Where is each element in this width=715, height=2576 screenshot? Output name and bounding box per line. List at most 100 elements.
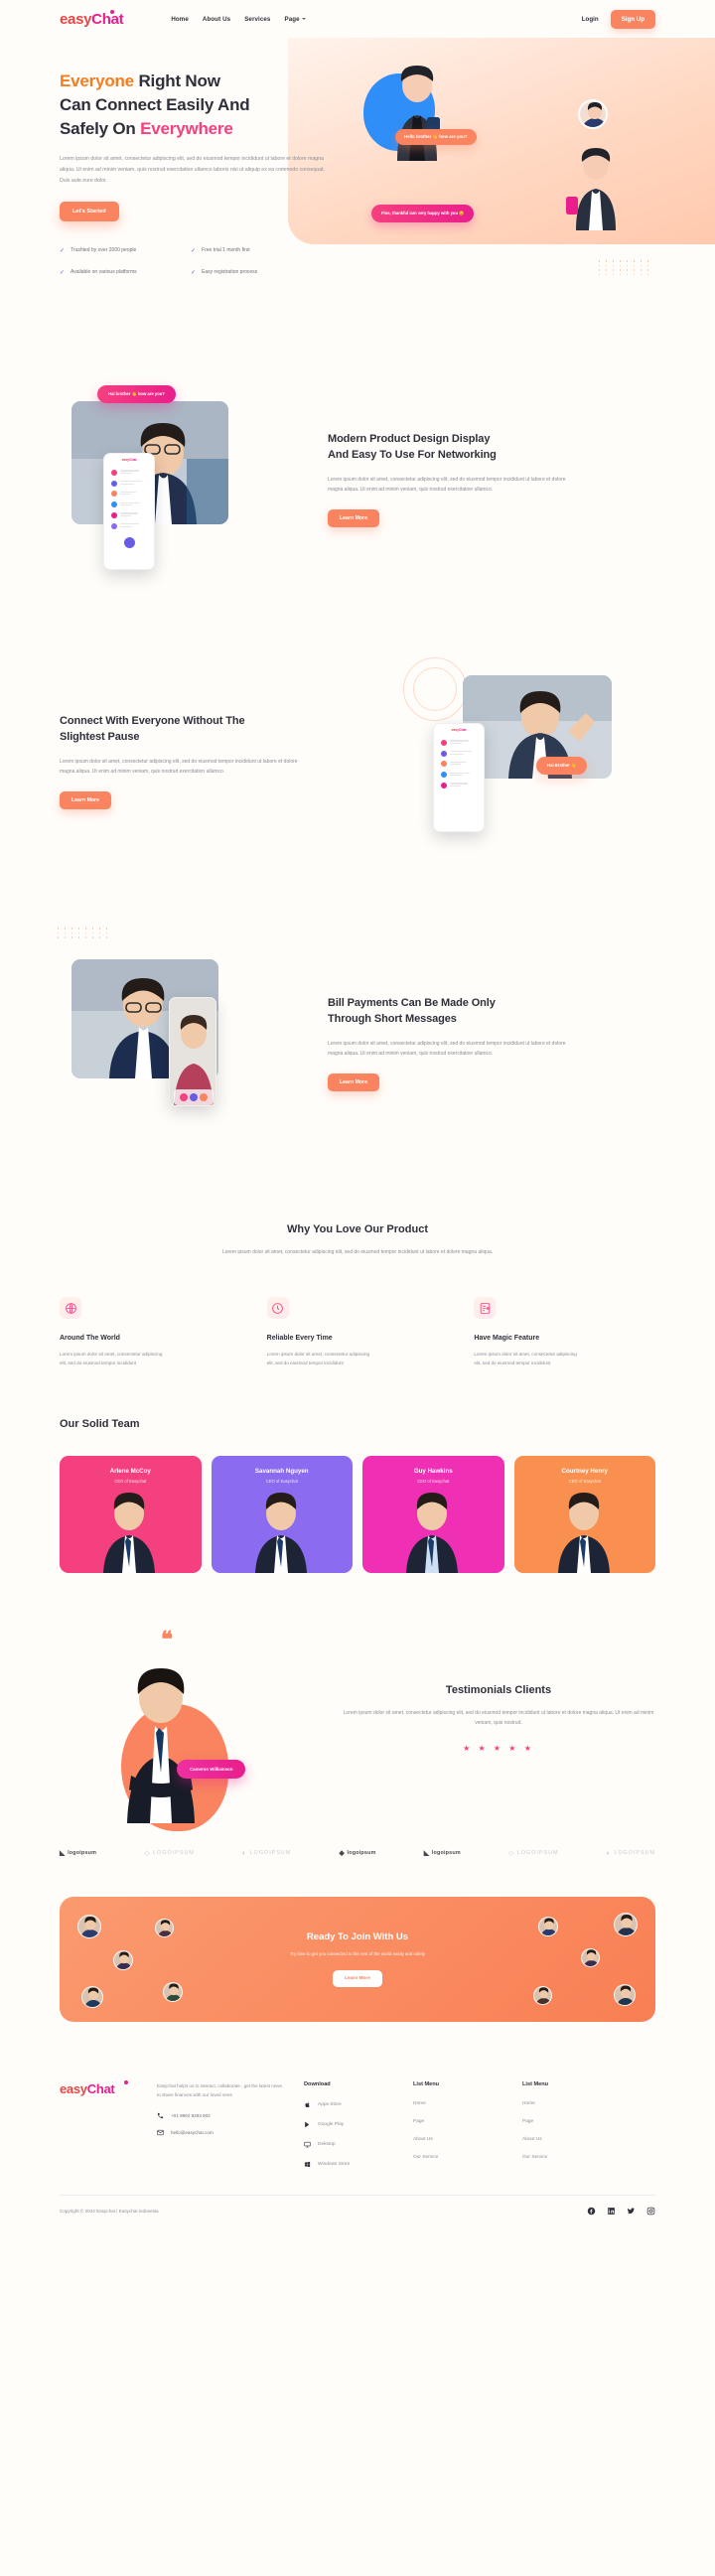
learn-more-button[interactable]: Learn More bbox=[60, 790, 111, 809]
why-card: Around The World Lorem ipsum dolor sit a… bbox=[60, 1297, 241, 1368]
avatar bbox=[81, 1986, 103, 2009]
footer-link-home[interactable]: Home bbox=[522, 2101, 612, 2106]
hero-person-photo-2 bbox=[566, 148, 616, 230]
client-logo-text: LOGOIPSUM bbox=[614, 1850, 655, 1857]
linkedin-icon[interactable] bbox=[607, 2207, 616, 2216]
footer-logo[interactable]: easyChat bbox=[60, 2080, 137, 2097]
lets-started-button[interactable]: Let's Started bbox=[60, 202, 119, 222]
section-paragraph: Lorem ipsum dolor sit amet, consectetur … bbox=[328, 476, 566, 493]
team-member-name: Savannah Nguyen bbox=[254, 1468, 309, 1476]
hero-person-photo-1 bbox=[397, 66, 440, 161]
why-section: Why You Love Our Product Lorem ipsum dol… bbox=[0, 1184, 715, 1378]
footer-phone-row[interactable]: +01 9992 8293 902 bbox=[157, 2112, 284, 2119]
check-icon: ✓ bbox=[191, 270, 197, 277]
footer-link-label: Page bbox=[522, 2119, 534, 2125]
connect-chat-bubble: Hai Brother 👋 bbox=[536, 757, 588, 776]
footer-brand: easyChat bbox=[60, 2080, 137, 2181]
signup-button[interactable]: Sign Up bbox=[610, 9, 655, 29]
logo[interactable]: easyChat bbox=[60, 9, 124, 28]
section-title-line2: And Easy To Use For Networking bbox=[328, 449, 497, 462]
hero-illustration: Hello brother 👋 how are you? Fine, thank… bbox=[358, 56, 655, 275]
nav-item-page[interactable]: Page bbox=[284, 16, 306, 23]
list-item: ✓ Easy registration process bbox=[191, 269, 308, 278]
footer-link-windows-store[interactable]: Windows Store bbox=[304, 2161, 393, 2168]
team-card[interactable]: Arlene McCoy CEO of Easychat bbox=[60, 1456, 202, 1574]
client-logo-text: logoipsum bbox=[68, 1850, 97, 1857]
hero-title-part3: Can Connect Easily And bbox=[60, 95, 250, 115]
client-logo: ◣ logoipsum bbox=[424, 1849, 461, 1857]
bill-text: Bill Payments Can Be Made Only Through S… bbox=[328, 995, 655, 1091]
footer-link-label: Our Service bbox=[413, 2155, 439, 2161]
cta-learn-more-button[interactable]: Learn More bbox=[333, 1970, 382, 1988]
cta-wrapper: Ready To Join With Us Try time to get yo… bbox=[0, 1857, 715, 2062]
nav-item-about-us[interactable]: About Us bbox=[203, 16, 230, 23]
footer-column-heading: Download bbox=[304, 2081, 331, 2088]
section-paragraph: Lorem ipsum dolor sit amet, consectetur … bbox=[60, 758, 298, 775]
footer-link-page[interactable]: Page bbox=[522, 2119, 612, 2124]
avatar bbox=[538, 1917, 558, 1937]
footer-link-home[interactable]: Home bbox=[413, 2101, 502, 2106]
team-card[interactable]: Courtney Henry CEO of Easychat bbox=[513, 1456, 655, 1574]
section-modern-product: Hai brother 👋 how are you? easyChat Mode… bbox=[0, 338, 715, 620]
footer-column-download: Download Apps Store Google Play Dekstop … bbox=[304, 2081, 393, 2181]
hero-paragraph: Lorem ipsum dolor sit amet, consectetur … bbox=[60, 156, 326, 184]
footer-email-row[interactable]: hello@easychat.com bbox=[157, 2129, 284, 2136]
social-links bbox=[587, 2207, 655, 2216]
facebook-icon[interactable] bbox=[587, 2207, 596, 2216]
footer-logo-easy: easy bbox=[60, 2081, 87, 2097]
section-bill-payments: Bill Payments Can Be Made Only Through S… bbox=[0, 902, 715, 1184]
logo-dot-icon bbox=[110, 9, 115, 14]
client-logo: ◣ logoipsum bbox=[60, 1849, 96, 1857]
testimonial-visual: ❝ Cameron Williamson bbox=[60, 1619, 308, 1832]
page-root: easyChat Home About Us Services Page Log… bbox=[0, 0, 715, 2237]
team-title: Our Solid Team bbox=[60, 1418, 140, 1431]
hero-chat-bubble-pink: Fine, thankful iam very happy with you 😊 bbox=[371, 205, 475, 222]
learn-more-button[interactable]: Learn More bbox=[328, 508, 379, 527]
why-card-title: Around The World bbox=[60, 1335, 120, 1343]
list-item: ✓ Trushted by over 2000 people bbox=[60, 247, 177, 256]
connect-text: Connect With Everyone Without The Slight… bbox=[60, 713, 387, 809]
client-logo-text: logoipsum bbox=[347, 1850, 376, 1857]
footer-link-about-us[interactable]: About Us bbox=[413, 2137, 502, 2142]
footer-link-page[interactable]: Page bbox=[413, 2119, 502, 2124]
hero-chat-bubble-orange: Hello brother 👋 how are you? bbox=[395, 129, 477, 145]
footer-link-label: About Us bbox=[413, 2137, 433, 2143]
windows-icon bbox=[304, 2161, 311, 2168]
logo-text-easy: easy bbox=[60, 10, 92, 28]
footer-about: Easychat helps us to interact, collabora… bbox=[157, 2081, 284, 2181]
phone-icon bbox=[157, 2112, 164, 2119]
footer-link-label: About Us bbox=[522, 2137, 542, 2143]
footer-link-about-us[interactable]: About Us bbox=[522, 2137, 612, 2142]
twitter-icon[interactable] bbox=[627, 2207, 636, 2216]
mail-icon bbox=[157, 2129, 164, 2136]
testimonial-paragraph: Lorem ipsum dolor sit amet, consectetur … bbox=[343, 1709, 654, 1726]
client-logo-text: logoipsum bbox=[431, 1850, 461, 1857]
footer-link-google-play[interactable]: Google Play bbox=[304, 2121, 393, 2128]
avatar bbox=[614, 1984, 636, 2007]
nav-item-home[interactable]: Home bbox=[171, 16, 189, 23]
login-link[interactable]: Login bbox=[582, 16, 599, 23]
logo-mark-icon: ◣ bbox=[60, 1850, 66, 1858]
footer-link-our-service[interactable]: Our Service bbox=[522, 2155, 612, 2160]
footer-link-our-service[interactable]: Our Service bbox=[413, 2155, 502, 2160]
avatar bbox=[614, 1913, 638, 1937]
check-icon: ✓ bbox=[191, 248, 197, 255]
why-title: Why You Love Our Product bbox=[287, 1223, 428, 1236]
team-card[interactable]: Guy Hawkins CEO of Easychat bbox=[362, 1456, 504, 1574]
client-logo: ◐ LOGOIPSUM bbox=[242, 1850, 291, 1857]
cta-banner: Ready To Join With Us Try time to get yo… bbox=[60, 1897, 655, 2023]
modern-product-visual: Hai brother 👋 how are you? easyChat bbox=[60, 379, 308, 578]
client-logo-text: LOGOIPSUM bbox=[516, 1850, 559, 1857]
team-grid: Arlene McCoy CEO of Easychat Savannah Ng… bbox=[60, 1456, 655, 1574]
footer-link-dekstop[interactable]: Dekstop bbox=[304, 2141, 393, 2148]
learn-more-button[interactable]: Learn More bbox=[328, 1073, 379, 1091]
instagram-icon[interactable] bbox=[646, 2207, 655, 2216]
footer-link-label: Page bbox=[413, 2119, 425, 2125]
globe-grid-icon bbox=[60, 1297, 81, 1320]
team-card[interactable]: Savannah Nguyen CEO of Easychat bbox=[211, 1456, 353, 1574]
team-member-role: CEO of Easychat bbox=[114, 1479, 147, 1485]
connect-visual: easyChat Hai Brother 👋 bbox=[403, 657, 655, 860]
nav-item-services[interactable]: Services bbox=[244, 16, 270, 23]
footer-link-apps-store[interactable]: Apps Store bbox=[304, 2101, 393, 2108]
logo-mark-icon: ◣ bbox=[423, 1850, 430, 1858]
